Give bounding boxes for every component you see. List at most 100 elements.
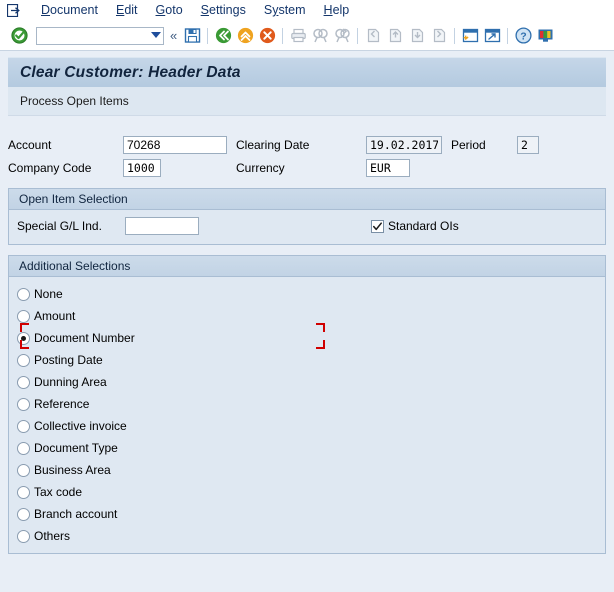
create-session-icon[interactable]	[459, 25, 481, 47]
period-label: Period	[451, 138, 486, 152]
radio-button[interactable]	[17, 463, 30, 477]
standard-ois-checkbox[interactable]	[371, 219, 384, 233]
first-page-icon	[362, 25, 384, 47]
radio-dot	[21, 335, 26, 341]
radio-button[interactable]	[17, 375, 30, 389]
additional-selections-radio-group: None Amount Document Number Posting Date Dun…	[17, 283, 595, 547]
radio-option-amount[interactable]: Amount	[17, 305, 595, 327]
toolbar-separator	[507, 27, 509, 44]
toolbar: « ?	[0, 21, 614, 51]
radio-button[interactable]	[17, 309, 30, 323]
cancel-icon[interactable]	[256, 25, 278, 47]
customize-layout-icon[interactable]	[534, 25, 556, 47]
command-field[interactable]	[36, 26, 164, 45]
create-shortcut-icon[interactable]	[481, 25, 503, 47]
menu-item-document[interactable]: Document	[32, 1, 107, 20]
radio-button[interactable]	[17, 397, 30, 411]
screen-content: Account Clearing Date Period Company Cod…	[0, 116, 614, 554]
special-gl-label: Special G/L Ind.	[17, 219, 102, 233]
save-icon[interactable]	[181, 25, 203, 47]
special-gl-row: Special G/L Ind. Standard OIs	[17, 217, 595, 235]
chevron-down-icon[interactable]	[151, 31, 161, 38]
open-item-selection-group: Open Item Selection Special G/L Ind. Sta…	[8, 188, 606, 245]
radio-button[interactable]	[17, 287, 30, 301]
company-code-label: Company Code	[8, 161, 92, 175]
radio-button[interactable]	[17, 353, 30, 367]
radio-label: Reference	[34, 397, 90, 411]
clearing-date-input[interactable]	[366, 136, 442, 154]
clearing-date-label: Clearing Date	[236, 138, 310, 152]
currency-label: Currency	[236, 161, 285, 175]
open-item-selection-body: Special G/L Ind. Standard OIs	[9, 210, 605, 244]
radio-label: Others	[34, 529, 71, 543]
header-data-form: Account Clearing Date Period Company Cod…	[8, 116, 606, 188]
menu-item-settings[interactable]: Settings	[192, 1, 255, 20]
radio-option-tax-code[interactable]: Tax code	[17, 481, 595, 503]
period-input[interactable]	[517, 136, 539, 154]
additional-selections-body: None Amount Document Number Posting Date Dun…	[9, 277, 605, 553]
radio-button[interactable]	[17, 331, 30, 345]
collapse-toolbar-icon[interactable]: «	[166, 29, 181, 42]
page-title: Clear Customer: Header Data	[20, 63, 241, 81]
title-bar: Clear Customer: Header Data	[8, 57, 606, 87]
radio-label: None	[34, 287, 63, 301]
radio-option-document-type[interactable]: Document Type	[17, 437, 595, 459]
find-icon	[309, 25, 331, 47]
standard-ois-label: Standard OIs	[388, 219, 459, 233]
radio-button[interactable]	[17, 485, 30, 499]
help-icon[interactable]: ?	[512, 25, 534, 47]
additional-selections-legend: Additional Selections	[9, 256, 605, 277]
radio-button[interactable]	[17, 529, 30, 543]
menu-item-system[interactable]: System	[255, 1, 315, 20]
toolbar-separator	[357, 27, 359, 44]
menu-item-edit[interactable]: Edit	[107, 1, 147, 20]
window-menu-icon[interactable]	[4, 2, 24, 20]
print-icon	[287, 25, 309, 47]
radio-button[interactable]	[17, 441, 30, 455]
focus-corner-br	[316, 340, 325, 349]
radio-label: Document Number	[34, 331, 135, 345]
page-subtitle: Process Open Items	[20, 94, 129, 108]
menu-item-help[interactable]: Help	[315, 1, 359, 20]
screen-title-area: Clear Customer: Header Data Process Open…	[0, 51, 614, 116]
radio-option-branch-account[interactable]: Branch account	[17, 503, 595, 525]
header-row-2: Company Code Currency	[8, 157, 606, 179]
radio-option-dunning-area[interactable]: Dunning Area	[17, 371, 595, 393]
find-next-icon	[331, 25, 353, 47]
standard-ois-checkbox-row[interactable]: Standard OIs	[371, 219, 459, 233]
toolbar-separator	[207, 27, 209, 44]
radio-option-reference[interactable]: Reference	[17, 393, 595, 415]
account-input[interactable]	[123, 136, 227, 154]
exit-icon[interactable]	[234, 25, 256, 47]
sub-title-bar: Process Open Items	[8, 87, 606, 116]
back-icon[interactable]	[212, 25, 234, 47]
radio-label: Tax code	[34, 485, 83, 499]
radio-label: Document Type	[34, 441, 118, 455]
radio-option-posting-date[interactable]: Posting Date	[17, 349, 595, 371]
command-input[interactable]	[37, 27, 143, 44]
toolbar-separator	[454, 27, 456, 44]
account-label: Account	[8, 138, 52, 152]
radio-button[interactable]	[17, 419, 30, 433]
radio-option-business-area[interactable]: Business Area	[17, 459, 595, 481]
additional-selections-group: Additional Selections None Amount Document…	[8, 255, 606, 554]
company-code-input[interactable]	[123, 159, 161, 177]
green-check-icon[interactable]	[8, 25, 30, 47]
radio-option-others[interactable]: Others	[17, 525, 595, 547]
open-item-selection-legend: Open Item Selection	[9, 189, 605, 210]
toolbar-separator	[282, 27, 284, 44]
header-row-1: Account Clearing Date Period	[8, 134, 606, 156]
radio-label: Collective invoice	[34, 419, 127, 433]
special-gl-input[interactable]	[125, 217, 199, 235]
radio-option-collective-invoice[interactable]: Collective invoice	[17, 415, 595, 437]
menu-item-goto[interactable]: Goto	[147, 1, 192, 20]
currency-input[interactable]	[366, 159, 410, 177]
radio-option-none[interactable]: None	[17, 283, 595, 305]
radio-option-document-number[interactable]: Document Number	[17, 323, 595, 349]
radio-label: Business Area	[34, 463, 111, 477]
check-icon	[373, 221, 382, 230]
radio-button[interactable]	[17, 507, 30, 521]
last-page-icon	[428, 25, 450, 47]
radio-label: Branch account	[34, 507, 118, 521]
radio-label: Amount	[34, 309, 76, 323]
